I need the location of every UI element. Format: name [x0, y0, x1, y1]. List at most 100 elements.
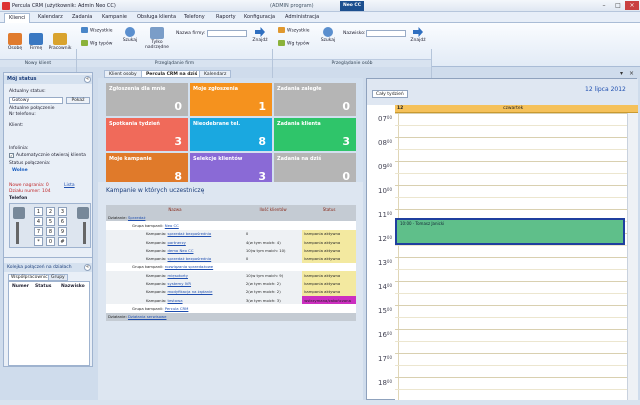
row-prefix: Kampania: — [146, 297, 167, 303]
recordings-list-link[interactable]: Lista — [64, 183, 75, 188]
row-prefix: Grupa kampanii: — [132, 305, 164, 311]
key-7[interactable]: 7 — [34, 227, 43, 236]
subtab-kalendarz[interactable]: Kalendarz — [199, 70, 232, 78]
campaign-count: 3(w tym moich: 3) — [245, 297, 281, 303]
half-hour-line — [395, 269, 638, 270]
department-link[interactable]: Działania serwisowe — [128, 314, 166, 319]
hour-label: 1000 — [377, 187, 392, 195]
campaign-link[interactable]: partnerzy — [167, 240, 185, 245]
calendar-date: 12 lipca 2012 — [585, 86, 626, 93]
group-label-przegladanie-firm: Przeglądanie firm — [77, 59, 272, 67]
handset-hangup-icon[interactable] — [77, 207, 89, 219]
tile-label: Spotkania tydzień — [109, 121, 160, 127]
key-2[interactable]: 2 — [46, 207, 55, 216]
maximize-button[interactable]: □ — [611, 1, 625, 10]
campaign-link[interactable]: systemy IVR — [167, 281, 191, 286]
companies-parent-only-button[interactable]: Tylko nadrzędne — [144, 27, 170, 50]
volume-slider[interactable] — [16, 222, 19, 244]
whole-week-button[interactable]: Cały tydzień — [372, 90, 408, 98]
persons-find-button[interactable]: Znajdź — [409, 27, 427, 43]
campaign-link[interactable]: sprzedaż bezpośrednia — [167, 256, 211, 261]
company-icon — [29, 33, 43, 45]
panel-close-icon[interactable]: × — [629, 70, 634, 77]
companies-search-button[interactable]: Szukaj — [120, 27, 140, 43]
tile-3[interactable]: Spotkania tydzień 3 — [106, 118, 188, 151]
row-prefix: Kampania: — [146, 289, 167, 295]
tab-kampanie[interactable]: Kampanie — [98, 13, 131, 23]
tab-raporty[interactable]: Raporty — [212, 13, 240, 23]
tab-kalendarz[interactable]: Kalendarz — [34, 13, 67, 23]
campaign-link[interactable]: mięsotorty — [167, 273, 188, 278]
tile-2[interactable]: Zadania zaległe 0 — [274, 83, 356, 116]
tab-klienci[interactable]: Klienci — [4, 13, 31, 23]
tile-5[interactable]: Zadania klienta 3 — [274, 118, 356, 151]
row-prefix: Grupa kampanii: — [132, 264, 164, 270]
tile-value: 0 — [342, 100, 350, 113]
add-company-button[interactable]: Firmę — [27, 33, 45, 51]
phone-label: Telefon — [9, 196, 28, 201]
add-person-button[interactable]: Osobę — [6, 33, 24, 51]
group-link[interactable]: Percula CRM — [165, 306, 189, 311]
subtab-crm-na-dzis[interactable]: Percula CRM na dziś — [141, 70, 203, 78]
tile-label: Zadania na dziś — [277, 156, 322, 162]
new-recordings: Nowe nagrania: 0 — [9, 183, 49, 188]
key-5[interactable]: 5 — [46, 217, 55, 226]
surname-input[interactable] — [366, 30, 406, 37]
group-link[interactable]: Neo CC — [165, 223, 179, 228]
campaign-link[interactable]: sprzedaż bezpośrednia — [167, 231, 211, 236]
key-8[interactable]: 8 — [46, 227, 55, 236]
campaign-count: 2(w tym moich: 2) — [245, 289, 281, 295]
companies-all-button[interactable]: Wszystkie — [81, 27, 113, 34]
key-0[interactable]: 0 — [46, 237, 55, 246]
left-panel: Mój status « Aktualny status: Gotowy Pok… — [3, 72, 93, 367]
queue-collapse-icon[interactable]: « — [84, 264, 91, 271]
panel-pin-icon[interactable]: ▾ — [620, 70, 623, 77]
arrow-right-icon — [413, 27, 423, 37]
handset-icon[interactable] — [13, 207, 25, 219]
show-button[interactable]: Pokaż — [66, 97, 90, 104]
queue-tab-coworkers[interactable]: Współpracownicy — [8, 274, 54, 281]
minimize-button[interactable]: – — [597, 1, 611, 10]
key-9[interactable]: 9 — [58, 227, 67, 236]
add-employee-button[interactable]: Pracownik — [48, 33, 72, 51]
key-hash[interactable]: # — [58, 237, 67, 246]
tab-telefony[interactable]: Telefony — [180, 13, 209, 23]
tile-0[interactable]: Zgłoszenia dla mnie 0 — [106, 83, 188, 116]
campaign-link[interactable]: testowa — [167, 298, 182, 303]
half-hour-line — [395, 317, 638, 318]
campaign-row: Grupa kampanii: Neo CC — [106, 221, 356, 230]
mic-slider[interactable] — [83, 222, 86, 244]
companies-find-button[interactable]: Znajdź — [251, 27, 269, 43]
key-1[interactable]: 1 — [34, 207, 43, 216]
key-star[interactable]: * — [34, 237, 43, 246]
tab-konfiguracja[interactable]: Konfiguracja — [240, 13, 279, 23]
calendar-event[interactable]: 10:00 · Tomasz Janicki — [395, 218, 625, 245]
collapse-icon[interactable]: « — [84, 76, 91, 83]
auto-open-checkbox[interactable]: ✓ — [9, 153, 14, 158]
key-6[interactable]: 6 — [58, 217, 67, 226]
campaign-link[interactable]: demo Neo CC — [167, 248, 193, 253]
tab-zadania[interactable]: Zadania — [68, 13, 96, 23]
key-4[interactable]: 4 — [34, 217, 43, 226]
campaign-link[interactable]: modyfikacja na żądanie — [167, 289, 212, 294]
hour-line — [395, 329, 638, 330]
tab-administracja[interactable]: Administracja — [281, 13, 323, 23]
tile-1[interactable]: Moje zgłoszenia 1 — [190, 83, 272, 116]
tab-obsluga-klienta[interactable]: Obsługa klienta — [133, 13, 180, 23]
department-link[interactable]: Sprzedaż — [128, 215, 145, 220]
company-name-input[interactable] — [207, 30, 247, 37]
close-button[interactable]: × — [625, 1, 639, 10]
persons-by-type-button[interactable]: Wg typów — [278, 40, 309, 47]
person-icon — [8, 33, 22, 45]
companies-by-type-button[interactable]: Wg typów — [81, 40, 112, 47]
row-prefix: Kampania: — [146, 272, 167, 278]
persons-all-button[interactable]: Wszystkie — [278, 27, 310, 34]
status-select[interactable]: Gotowy — [9, 97, 63, 104]
group-link[interactable]: rozwiązania sprzedażowe — [165, 264, 213, 269]
key-3[interactable]: 3 — [58, 207, 67, 216]
persons-search-button[interactable]: Szukaj — [318, 27, 338, 43]
queue-tab-groups[interactable]: Grupy — [48, 274, 68, 281]
calendar-scrollbar[interactable] — [627, 113, 638, 401]
subtab-klient-osoby[interactable]: Klient osoby — [104, 70, 142, 78]
tile-4[interactable]: Nieodebrane tel. 8 — [190, 118, 272, 151]
